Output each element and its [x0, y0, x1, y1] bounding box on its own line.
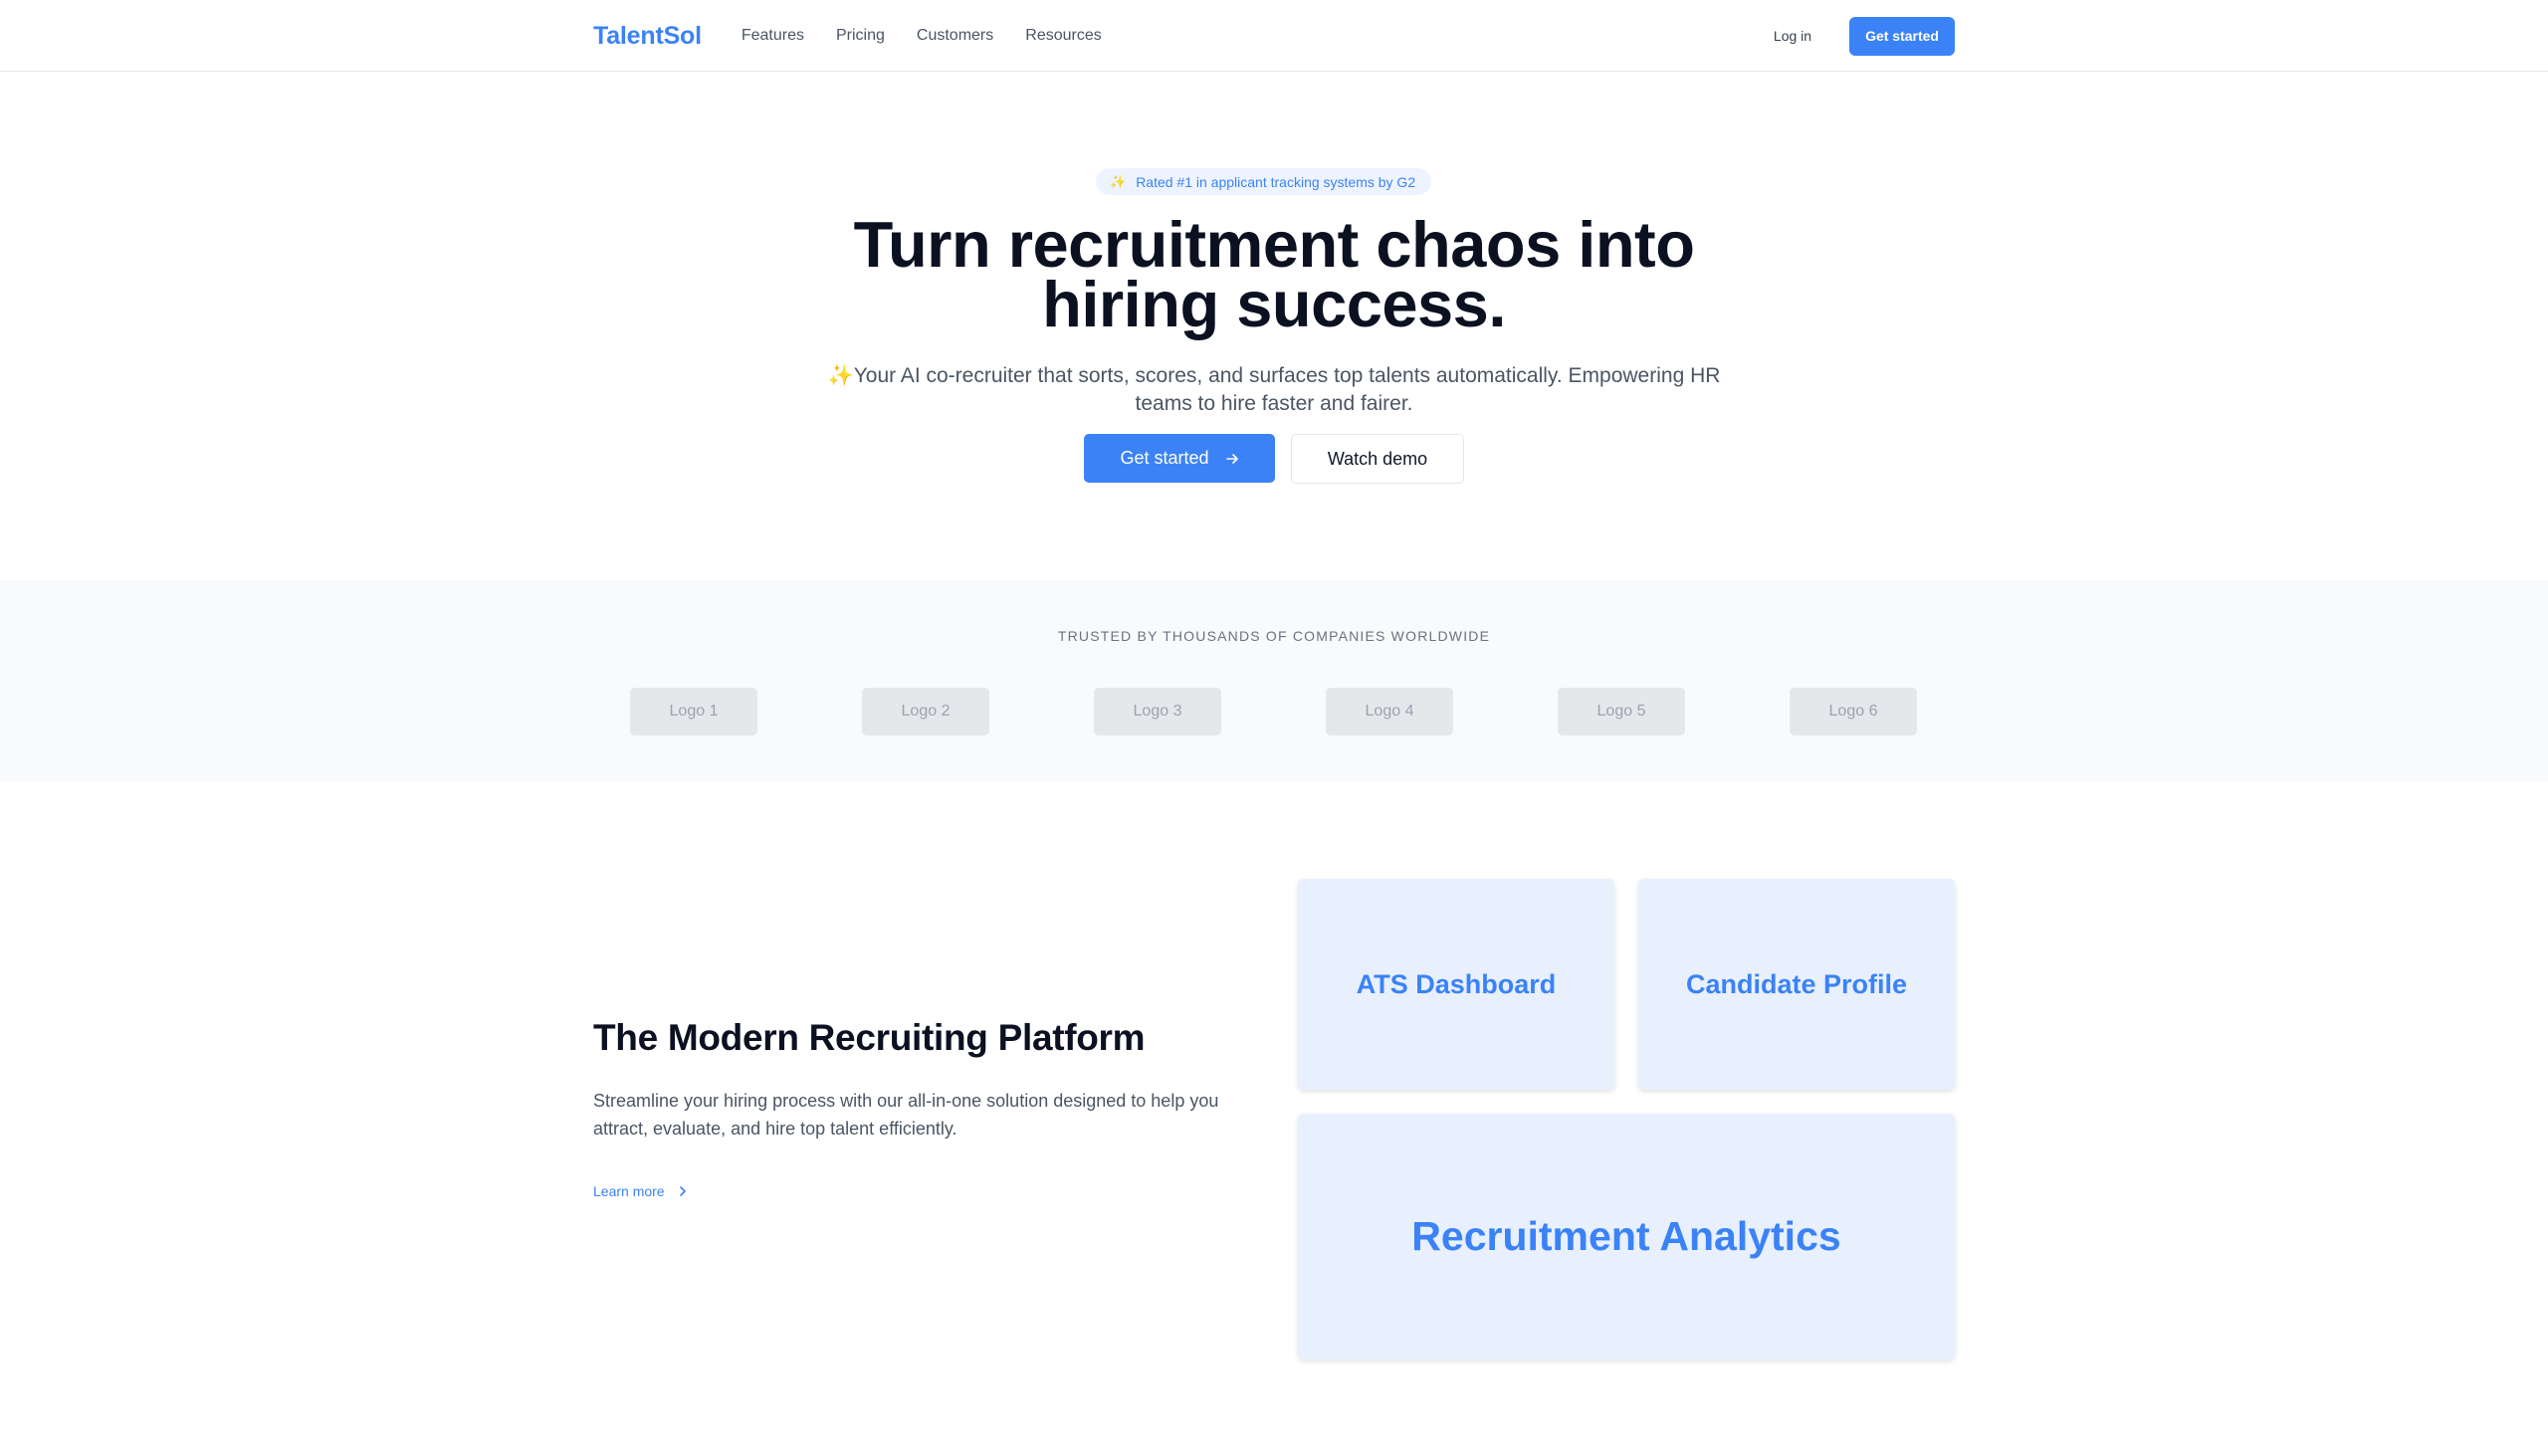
company-logo: Logo 6	[1790, 688, 1917, 735]
candidate-profile-card: Candidate Profile	[1638, 879, 1955, 1090]
company-logo: Logo 3	[1094, 688, 1221, 735]
hero-buttons: Get started Watch demo	[1084, 434, 1464, 484]
hero-subtitle: ✨Your AI co-recruiter that sorts, scores…	[826, 362, 1722, 418]
rating-badge: ✨ Rated #1 in applicant tracking systems…	[1096, 168, 1432, 195]
hero-title: Turn recruitment chaos into hiring succe…	[677, 212, 1871, 336]
ats-dashboard-card: ATS Dashboard	[1298, 879, 1614, 1090]
brand-logo[interactable]: TalentSol	[593, 22, 702, 51]
chevron-right-icon	[679, 1186, 686, 1196]
company-logo: Logo 5	[1558, 688, 1685, 735]
hero-get-started-label: Get started	[1120, 448, 1209, 468]
company-logo: Logo 1	[630, 688, 757, 735]
trusted-by-section: TRUSTED BY THOUSANDS OF COMPANIES WORLDW…	[0, 580, 2548, 782]
learn-more-link[interactable]: Learn more	[593, 1183, 687, 1199]
nav-link-pricing[interactable]: Pricing	[836, 27, 885, 45]
nav-link-resources[interactable]: Resources	[1025, 27, 1101, 45]
platform-title: The Modern Recruiting Platform	[593, 1017, 1146, 1058]
nav-links: Features Pricing Customers Resources	[742, 27, 1102, 45]
watch-demo-button[interactable]: Watch demo	[1291, 434, 1464, 484]
platform-description: Streamline your hiring process with our …	[593, 1091, 1219, 1139]
hero-get-started-button[interactable]: Get started	[1084, 434, 1275, 483]
company-logo: Logo 4	[1326, 688, 1453, 735]
nav-link-customers[interactable]: Customers	[917, 27, 993, 45]
learn-more-label: Learn more	[593, 1183, 665, 1199]
hero-title-line-2: hiring success.	[1042, 268, 1506, 340]
nav-get-started-button[interactable]: Get started	[1849, 16, 1955, 56]
top-navbar: TalentSol Features Pricing Customers Res…	[0, 0, 2548, 72]
company-logos: Logo 1 Logo 2 Logo 3 Logo 4 Logo 5 Logo …	[630, 688, 1917, 735]
trusted-by-label: TRUSTED BY THOUSANDS OF COMPANIES WORLDW…	[1057, 628, 1491, 644]
nav-actions: Log in Get started	[1774, 16, 1955, 56]
hero-subtitle-text: Your AI co-recruiter that sorts, scores,…	[853, 364, 1721, 415]
nav-link-features[interactable]: Features	[742, 27, 804, 45]
sparkles-icon: ✨	[1110, 173, 1127, 189]
rating-badge-text: Rated #1 in applicant tracking systems b…	[1136, 173, 1416, 190]
login-link[interactable]: Log in	[1774, 28, 1811, 44]
company-logo: Logo 2	[862, 688, 989, 735]
sparkles-icon: ✨	[827, 364, 854, 387]
navbar-inner: TalentSol Features Pricing Customers Res…	[593, 0, 1955, 72]
recruitment-analytics-card: Recruitment Analytics	[1298, 1114, 1955, 1359]
arrow-right-icon	[1225, 453, 1238, 464]
